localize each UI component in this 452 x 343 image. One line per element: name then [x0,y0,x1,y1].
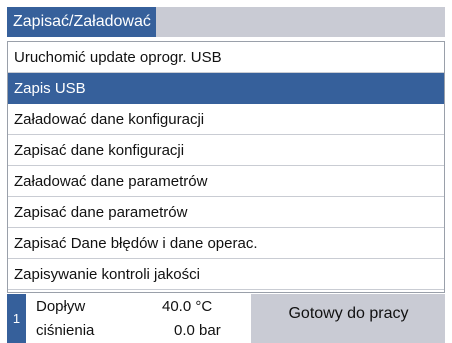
status-values: Dopływ 40.0 °C ciśnienia 0.0 bar [26,294,251,343]
pressure-label: ciśnienia [36,322,95,339]
menu-title: Zapisać/Załadować [7,7,156,37]
menu-item-usb-save[interactable]: Zapis USB [8,73,444,104]
title-bar: Zapisać/Załadować [7,7,445,37]
menu-item-load-params[interactable]: Załadować dane parametrów [8,166,444,197]
menu-item-save-quality[interactable]: Zapisywanie kontroli jakości [8,259,444,290]
pressure-value: 0.0 bar [174,322,221,339]
status-number: 1 [7,294,26,343]
menu-item-save-errors[interactable]: Zapisać Dane błędów i dane operac. [8,228,444,259]
menu-item-load-config[interactable]: Załadować dane konfiguracji [8,104,444,135]
menu-item-usb-update[interactable]: Uruchomić update oprogr. USB [8,42,444,73]
menu-list: Uruchomić update oprogr. USB Zapis USB Z… [7,41,445,293]
device-screen: Zapisać/Załadować Uruchomić update oprog… [7,7,445,343]
menu-item-save-params[interactable]: Zapisać dane parametrów [8,197,444,228]
menu-item-save-config[interactable]: Zapisać dane konfiguracji [8,135,444,166]
flow-value: 40.0 °C [162,298,213,315]
status-text: Gotowy do pracy [288,305,409,322]
flow-label: Dopływ [36,298,86,315]
status-bar: 1 Dopływ 40.0 °C ciśnienia 0.0 bar Gotow… [7,294,445,343]
